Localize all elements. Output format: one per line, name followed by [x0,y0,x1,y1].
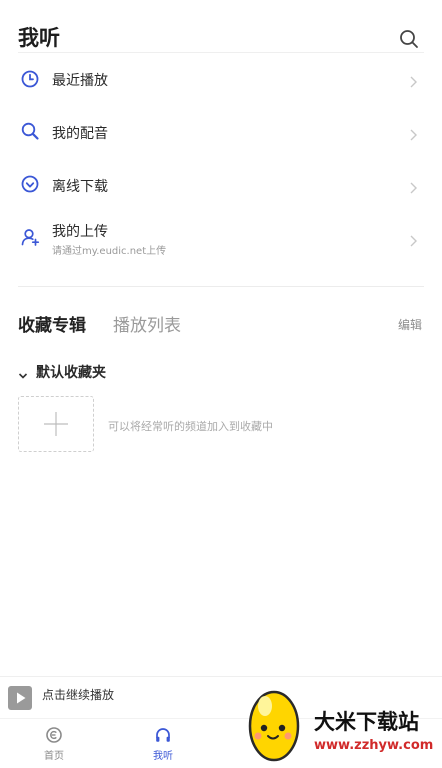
headphones-icon [154,726,172,744]
nav-listen-label: 我听 [153,751,173,762]
play-icon [17,692,26,704]
favorites-hint: 可以将经常听的频道加入到收藏中 [108,420,273,433]
folder-name: 默认收藏夹 [36,365,106,381]
chevron-right-icon [408,232,418,247]
edit-button[interactable]: 编辑 [398,316,422,333]
watermark-url: www.zzhyw.com [314,738,434,753]
search-icon[interactable] [398,28,420,50]
tab-favorite-albums[interactable]: 收藏专辑 [18,311,86,336]
chevron-down-icon [18,366,28,379]
nav-home[interactable]: 首页 [24,726,84,762]
play-button[interactable] [8,686,32,710]
section-divider [18,286,424,287]
watermark-mascot-logo [244,684,304,764]
menu-sublabel: 请通过my.eudic.net上传 [52,246,167,257]
watermark-title: 大米下载站 [314,710,419,734]
magnifier-icon [20,121,40,141]
tab-playlists[interactable]: 播放列表 [113,311,181,336]
plus-icon [44,412,68,436]
home-icon [45,726,63,744]
chevron-right-icon [408,179,418,194]
menu-label: 我的配音 [52,126,108,142]
user-upload-icon [20,227,40,247]
download-icon [20,174,40,194]
chevron-right-icon [408,126,418,141]
menu-item-recent[interactable]: 最近播放 [0,53,442,105]
menu-label: 我的上传 [52,224,108,240]
continue-playing-label[interactable]: 点击继续播放 [42,686,114,703]
clock-icon [20,69,40,89]
menu-label: 最近播放 [52,73,108,89]
page-title: 我听 [18,26,60,50]
menu-label: 离线下载 [52,179,108,195]
menu-item-dubbing[interactable]: 我的配音 [0,106,442,158]
chevron-right-icon [408,73,418,88]
menu-item-my-upload[interactable]: 我的上传 请通过my.eudic.net上传 [0,212,442,272]
add-to-favorites-button[interactable] [18,396,94,452]
player-divider [0,676,442,677]
folder-header[interactable]: 默认收藏夹 [18,362,218,382]
menu-item-offline-download[interactable]: 离线下载 [0,159,442,211]
nav-listen[interactable]: 我听 [133,726,193,762]
nav-home-label: 首页 [44,751,64,762]
